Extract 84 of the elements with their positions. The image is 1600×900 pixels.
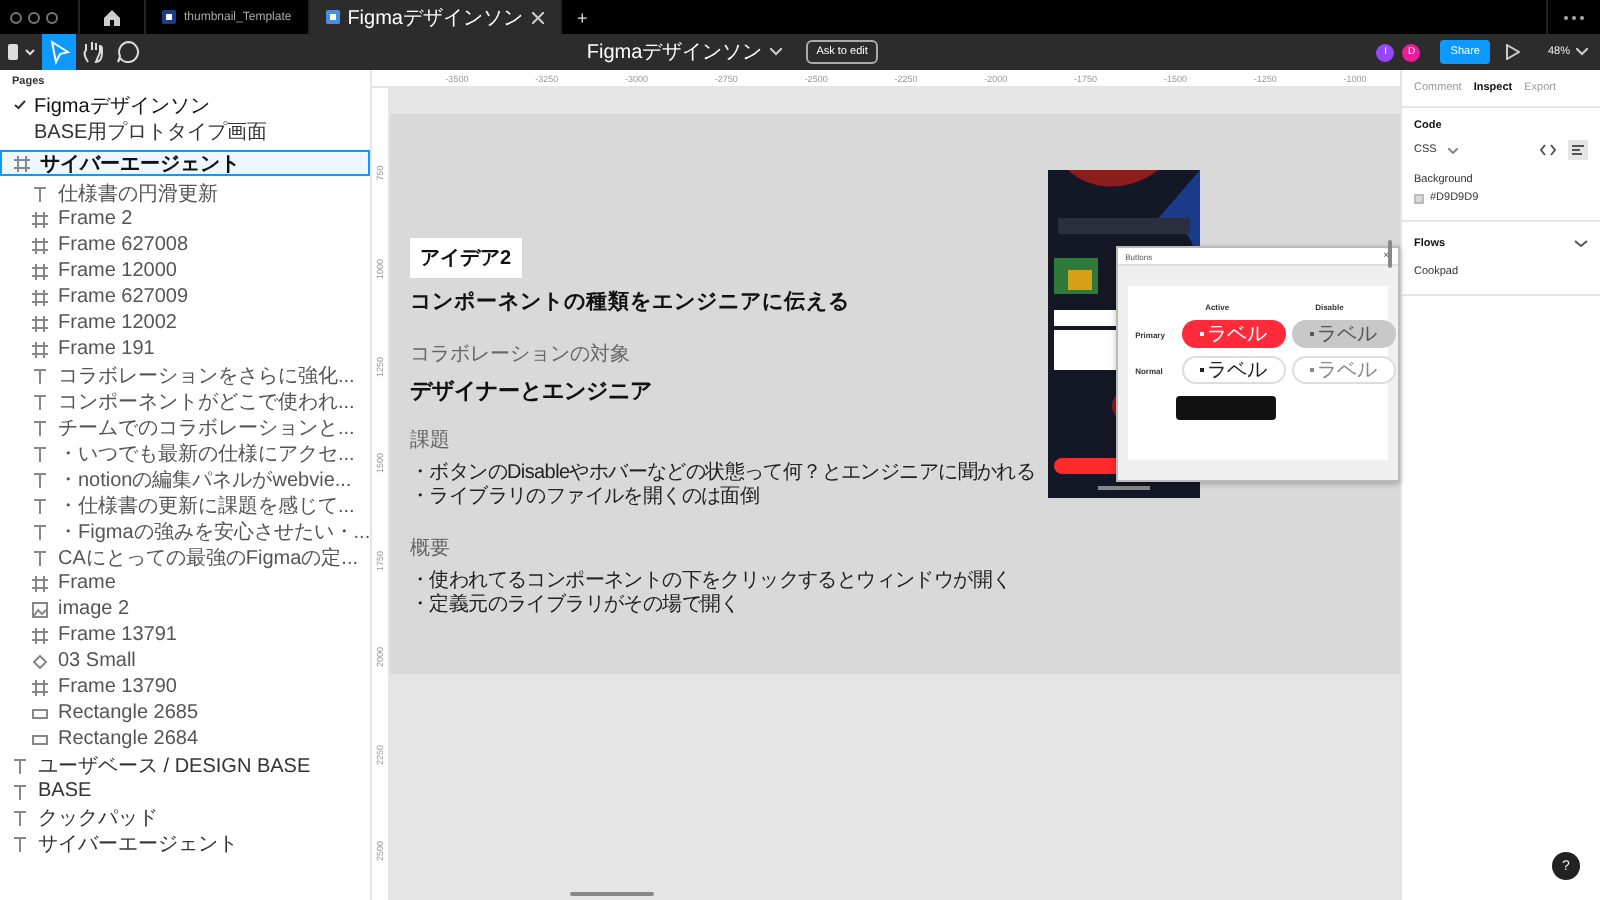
label-button[interactable]: ラベル bbox=[1181, 320, 1286, 348]
section-label: コラボレーションの対象 bbox=[410, 341, 632, 368]
text-icon bbox=[12, 757, 28, 773]
layer-item[interactable]: サイバーエージェント bbox=[0, 150, 370, 176]
tooltip-drawing bbox=[1175, 396, 1276, 420]
frame-icon bbox=[32, 237, 48, 253]
layer-item[interactable]: チームでのコラボレーションと... bbox=[0, 414, 370, 440]
play-icon[interactable] bbox=[1505, 44, 1520, 60]
frame-icon bbox=[32, 627, 48, 643]
text-icon bbox=[32, 445, 48, 461]
text-icon bbox=[32, 523, 48, 539]
layer-item[interactable]: CAにとっての最強のFigmaの定... bbox=[0, 544, 370, 570]
file-icon bbox=[162, 10, 176, 24]
layer-item[interactable]: ・notionの編集パネルがwebvie... bbox=[0, 466, 370, 492]
bullet-text: ・使われてるコンポーネントの下をクリックするとウィンドウが開く bbox=[410, 570, 1014, 593]
text-icon bbox=[32, 185, 48, 201]
list-icon[interactable] bbox=[1568, 140, 1588, 160]
text-icon bbox=[32, 367, 48, 383]
layer-item[interactable]: コラボレーションをさらに強化... bbox=[0, 362, 370, 388]
layer-item[interactable]: Frame 191 bbox=[0, 336, 370, 362]
frame-icon bbox=[32, 575, 48, 591]
layer-item[interactable]: ・Figmaの強みを安心させたい・... bbox=[0, 518, 370, 544]
layer-item[interactable]: Frame 2 bbox=[0, 206, 370, 232]
layer-item[interactable]: サイバーエージェント bbox=[0, 830, 370, 856]
window-dots-icon[interactable] bbox=[10, 11, 58, 23]
layer-item[interactable]: BASE bbox=[0, 778, 370, 804]
bullet-text: ・定義元のライブラリがその場で開く bbox=[410, 594, 742, 618]
slide-heading: コンポーネントの種類をエンジニアに伝える bbox=[410, 288, 852, 316]
layer-item[interactable]: 仕様書の円滑更新 bbox=[0, 180, 370, 206]
layer-item[interactable]: Frame 12002 bbox=[0, 310, 370, 336]
text-icon bbox=[32, 471, 48, 487]
text-icon bbox=[12, 783, 28, 799]
text-icon bbox=[32, 419, 48, 435]
layer-item[interactable]: コンポーネントがどこで使われ... bbox=[0, 388, 370, 414]
caret-icon[interactable] bbox=[770, 48, 783, 56]
layer-item[interactable]: クックパッド bbox=[0, 804, 370, 830]
caret-icon[interactable] bbox=[1576, 48, 1588, 56]
layer-item[interactable]: Frame 13791 bbox=[0, 622, 370, 648]
frame-icon bbox=[32, 315, 48, 331]
layer-item[interactable]: Frame bbox=[0, 570, 370, 596]
layer-item[interactable]: Frame 627009 bbox=[0, 284, 370, 310]
target-text: デザイナーとエンジニア bbox=[410, 378, 654, 406]
file-tab[interactable]: Figmaデザインソン bbox=[309, 0, 561, 34]
layer-item[interactable]: ユーザベース / DESIGN BASE bbox=[0, 752, 370, 778]
frame-icon bbox=[32, 211, 48, 227]
code-icon[interactable] bbox=[1540, 144, 1556, 156]
frame-icon bbox=[32, 263, 48, 279]
check-icon bbox=[14, 100, 26, 110]
frame-icon bbox=[32, 289, 48, 305]
layer-item[interactable]: ・いつでも最新の仕様にアクセ... bbox=[0, 440, 370, 466]
new-tab-button[interactable]: + bbox=[561, 0, 604, 34]
scrollbar[interactable] bbox=[1388, 240, 1392, 268]
file-title[interactable]: Figmaデザインソン bbox=[586, 38, 763, 66]
layer-item[interactable]: 03 Small bbox=[0, 648, 370, 674]
layer-item[interactable]: Rectangle 2684 bbox=[0, 726, 370, 752]
text-icon bbox=[12, 809, 28, 825]
frame-icon bbox=[32, 679, 48, 695]
text-icon bbox=[32, 549, 48, 565]
layer-item[interactable]: image 2 bbox=[0, 596, 370, 622]
scrollbar[interactable] bbox=[570, 892, 654, 896]
text-icon bbox=[32, 497, 48, 513]
section-label: 概要 bbox=[410, 535, 452, 562]
close-icon[interactable] bbox=[531, 11, 543, 23]
file-icon bbox=[325, 10, 340, 24]
label-button[interactable]: ラベル bbox=[1181, 356, 1286, 384]
text-icon bbox=[12, 835, 28, 851]
chevron-icon[interactable] bbox=[1574, 240, 1588, 248]
frame-icon bbox=[32, 341, 48, 357]
bullet-text: ・ボタンのDisableやホバーなどの状態って何？とエンジニアに聞かれる bbox=[410, 462, 1036, 485]
page-item[interactable]: BASE用プロトタイプ画面 bbox=[0, 118, 370, 144]
text-icon bbox=[32, 393, 48, 409]
frame-icon bbox=[14, 155, 30, 171]
idea-label: アイデア2 bbox=[410, 238, 522, 278]
diamond-icon bbox=[32, 653, 48, 669]
layer-item[interactable]: Frame 627008 bbox=[0, 232, 370, 258]
layer-item[interactable]: ・仕様書の更新に課題を感じて... bbox=[0, 492, 370, 518]
section-label: 課題 bbox=[410, 427, 452, 454]
color-swatch bbox=[1414, 193, 1424, 203]
image-icon bbox=[32, 601, 48, 617]
layer-item[interactable]: Frame 13790 bbox=[0, 674, 370, 700]
bullet-text: ・ライブラリのファイルを開くのは面倒 bbox=[410, 486, 762, 510]
layer-item[interactable]: Frame 12000 bbox=[0, 258, 370, 284]
layer-item[interactable]: Rectangle 2685 bbox=[0, 700, 370, 726]
page-item[interactable]: Figmaデザインソン bbox=[0, 92, 370, 118]
